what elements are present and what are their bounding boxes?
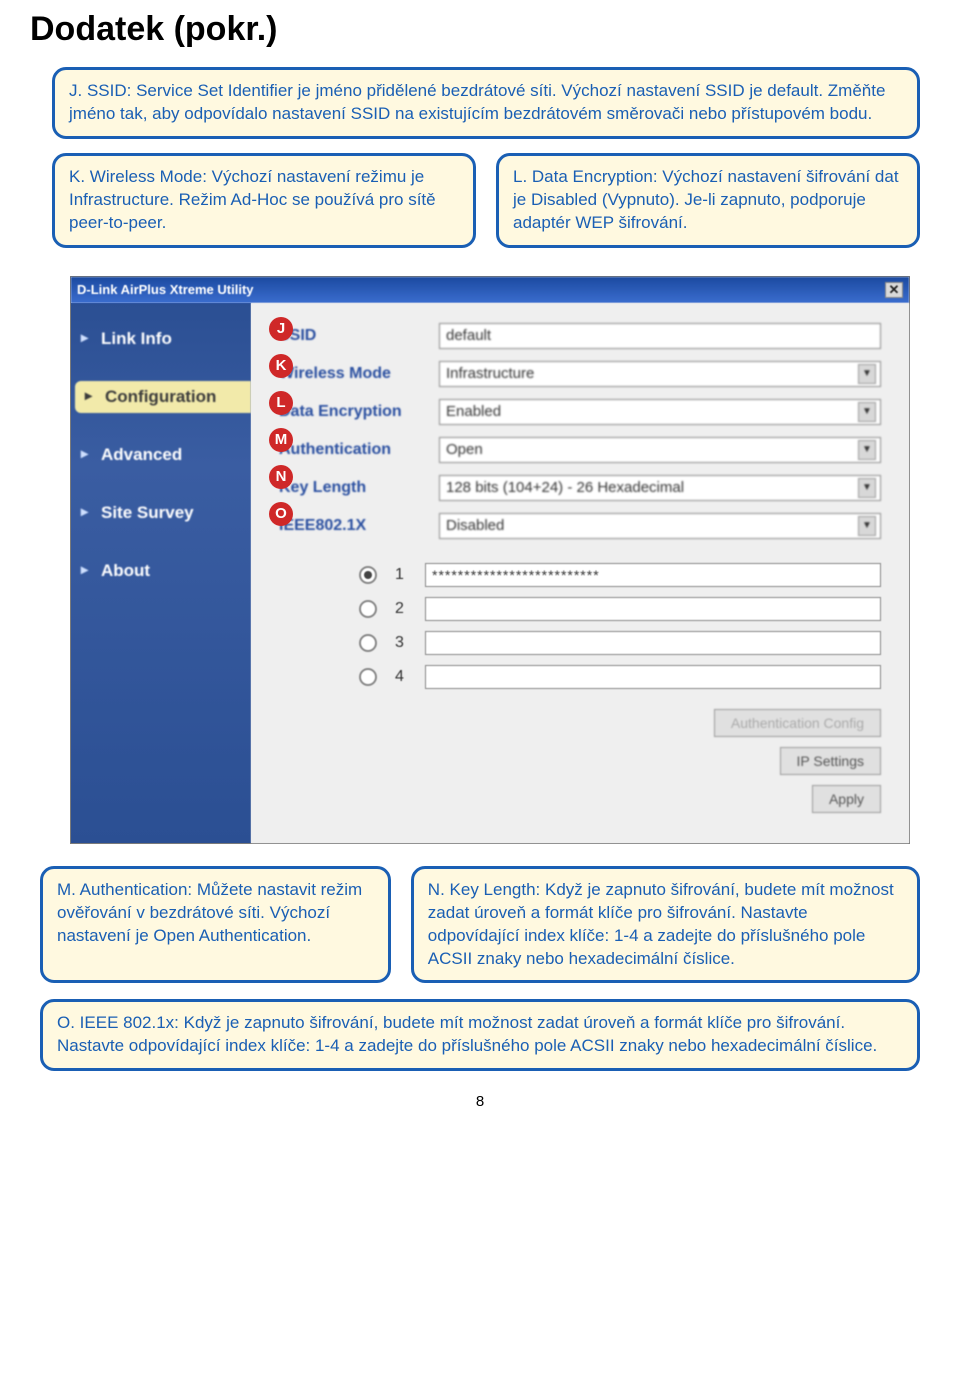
keylen-value: 128 bits (104+24) - 26 Hexadecimal bbox=[446, 479, 684, 496]
chevron-down-icon: ▼ bbox=[858, 402, 876, 422]
keylen-select[interactable]: 128 bits (104+24) - 26 Hexadecimal ▼ bbox=[439, 475, 881, 501]
sidebar-item-advanced[interactable]: Advanced bbox=[71, 439, 251, 471]
callout-j-text: Service Set Identifier je jméno přidělen… bbox=[69, 81, 885, 123]
chevron-down-icon: ▼ bbox=[858, 440, 876, 460]
chevron-down-icon: ▼ bbox=[858, 516, 876, 536]
main-panel: SSID Wireless Mode Infrastructure ▼ Data… bbox=[251, 303, 909, 843]
callout-l: L. Data Encryption: Výchozí nastavení ši… bbox=[496, 153, 920, 248]
key-row-1: 1 bbox=[359, 563, 881, 587]
mode-select[interactable]: Infrastructure ▼ bbox=[439, 361, 881, 387]
callout-n-label: N. Key Length: bbox=[428, 880, 540, 899]
key-radio-4[interactable] bbox=[359, 668, 377, 686]
page-number: 8 bbox=[30, 1093, 930, 1110]
auth-label: Authentication bbox=[279, 441, 439, 459]
key-input-3[interactable] bbox=[425, 631, 881, 655]
close-icon[interactable]: ✕ bbox=[885, 282, 903, 298]
ssid-label: SSID bbox=[279, 327, 439, 345]
key-radio-3[interactable] bbox=[359, 634, 377, 652]
marker-m: M bbox=[269, 428, 293, 452]
callout-k: K. Wireless Mode: Výchozí nastavení reži… bbox=[52, 153, 476, 248]
sidebar-item-sitesurvey[interactable]: Site Survey bbox=[71, 497, 251, 529]
key-input-4[interactable] bbox=[425, 665, 881, 689]
ssid-input[interactable] bbox=[439, 323, 881, 349]
mode-label: Wireless Mode bbox=[279, 365, 439, 383]
ip-settings-button[interactable]: IP Settings bbox=[780, 747, 881, 775]
key-radio-2[interactable] bbox=[359, 600, 377, 618]
callout-m: M. Authentication: Můžete nastavit režim… bbox=[40, 866, 391, 984]
window-title: D-Link AirPlus Xtreme Utility bbox=[77, 282, 254, 297]
key-num-3: 3 bbox=[395, 634, 425, 652]
key-input-2[interactable] bbox=[425, 597, 881, 621]
key-row-4: 4 bbox=[359, 665, 881, 689]
app-window: D-Link AirPlus Xtreme Utility ✕ Link Inf… bbox=[70, 276, 910, 844]
callout-l-label: L. Data Encryption: bbox=[513, 167, 658, 186]
sidebar-item-configuration[interactable]: Configuration bbox=[75, 381, 251, 413]
keylen-label: Key Length bbox=[279, 479, 439, 497]
wep-keys: 1 2 3 4 bbox=[359, 563, 881, 699]
key-num-1: 1 bbox=[395, 566, 425, 584]
page-title: Dodatek (pokr.) bbox=[30, 10, 930, 49]
ieee-select[interactable]: Disabled ▼ bbox=[439, 513, 881, 539]
auth-select[interactable]: Open ▼ bbox=[439, 437, 881, 463]
auth-value: Open bbox=[446, 441, 483, 458]
chevron-down-icon: ▼ bbox=[858, 364, 876, 384]
callout-o-label: O. IEEE 802.1x: bbox=[57, 1013, 179, 1032]
key-num-2: 2 bbox=[395, 600, 425, 618]
apply-button[interactable]: Apply bbox=[812, 785, 881, 813]
marker-n: N bbox=[269, 465, 293, 489]
callout-j: J. SSID: Service Set Identifier je jméno… bbox=[52, 67, 920, 139]
callout-o-text: Když je zapnuto šifrování, budete mít mo… bbox=[57, 1013, 877, 1055]
callout-j-label: J. SSID: bbox=[69, 81, 131, 100]
sidebar-item-linkinfo[interactable]: Link Info bbox=[71, 323, 251, 355]
key-row-3: 3 bbox=[359, 631, 881, 655]
callout-k-label: K. Wireless Mode: bbox=[69, 167, 207, 186]
key-radio-1[interactable] bbox=[359, 566, 377, 584]
ieee-value: Disabled bbox=[446, 517, 504, 534]
enc-value: Enabled bbox=[446, 403, 501, 420]
ieee-label: IEEE802.1X bbox=[279, 517, 439, 535]
marker-stack: J K L M N O bbox=[269, 317, 293, 526]
key-num-4: 4 bbox=[395, 668, 425, 686]
key-input-1[interactable] bbox=[425, 563, 881, 587]
enc-select[interactable]: Enabled ▼ bbox=[439, 399, 881, 425]
titlebar: D-Link AirPlus Xtreme Utility ✕ bbox=[71, 277, 909, 303]
callout-n: N. Key Length: Když je zapnuto šifrování… bbox=[411, 866, 920, 984]
sidebar: Link Info Configuration Advanced Site Su… bbox=[71, 303, 251, 843]
sidebar-item-about[interactable]: About bbox=[71, 555, 251, 587]
callout-o: O. IEEE 802.1x: Když je zapnuto šifrován… bbox=[40, 999, 920, 1071]
enc-label: Data Encryption bbox=[279, 403, 439, 421]
marker-k: K bbox=[269, 354, 293, 378]
marker-j: J bbox=[269, 317, 293, 341]
auth-config-button[interactable]: Authentication Config bbox=[714, 709, 881, 737]
marker-l: L bbox=[269, 391, 293, 415]
callout-m-label: M. Authentication: bbox=[57, 880, 192, 899]
chevron-down-icon: ▼ bbox=[858, 478, 876, 498]
key-row-2: 2 bbox=[359, 597, 881, 621]
mode-value: Infrastructure bbox=[446, 365, 534, 382]
marker-o: O bbox=[269, 502, 293, 526]
